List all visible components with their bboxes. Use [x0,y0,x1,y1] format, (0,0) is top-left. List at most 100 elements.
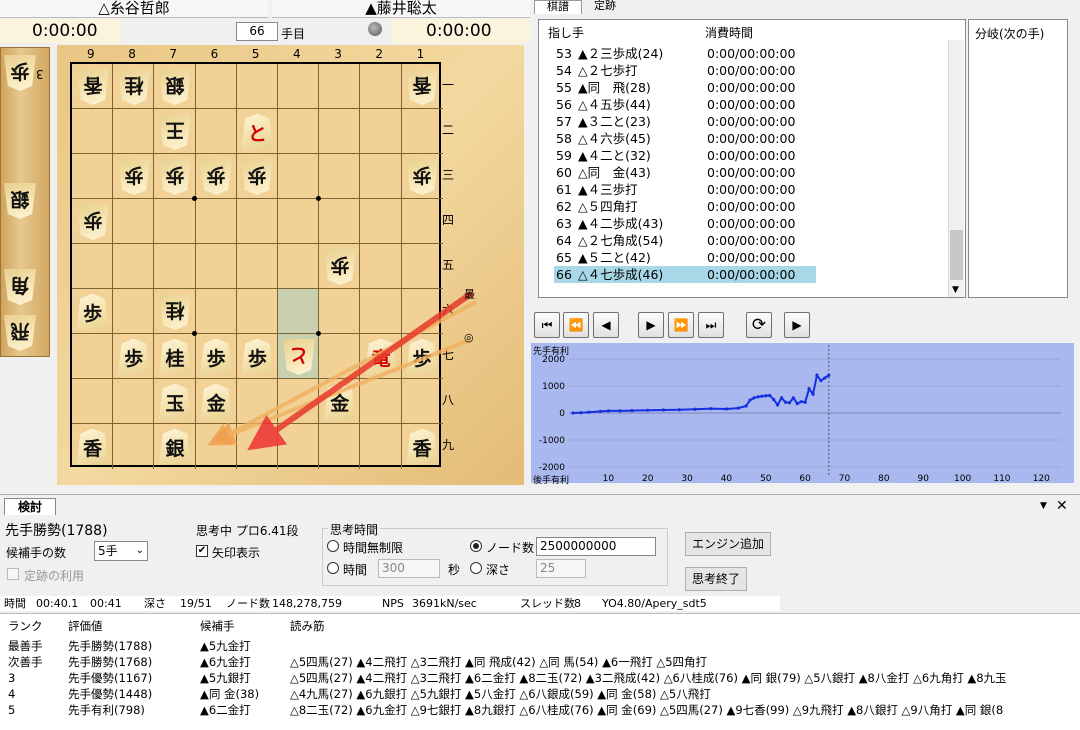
kifu-num: 54 [556,63,572,78]
pv-rank: 最善手 [8,639,43,653]
eval-point [819,379,823,383]
stop-thinking-button[interactable]: 思考終了 [685,567,748,591]
x-tick-label: 80 [878,474,890,483]
kifu-time: 0:00/00:00:00 [707,114,796,129]
tab-joseki[interactable]: 定跡 [584,0,626,14]
pv-eval: 先手優勢(1167) [68,671,153,685]
candidate-arrow [207,300,477,446]
eval-point [756,395,760,399]
slideshow-button[interactable]: ▶ [784,312,810,338]
eval-point [795,401,799,406]
arrow-checkbox[interactable]: ✔ [196,545,208,557]
kifu-row[interactable]: 53 ▲２三歩成(24) 0:00/00:00:00 [554,45,816,62]
pv-header-cell[interactable]: 読み筋 [290,618,325,634]
kifu-num: 62 [556,199,572,214]
kifu-scrollbar[interactable]: ▼ [948,40,964,297]
nodes-input[interactable]: 2500000000 [536,537,656,556]
pv-row[interactable]: 次善手 先手勝勢(1768) ▲6九金打 △5四馬(27) ▲4二飛打 △3二飛打 ▲… [0,654,1080,670]
panel-menu-icon[interactable]: ▼ [1040,501,1047,511]
kifu-time: 0:00/00:00:00 [707,97,796,112]
eval-point [618,409,622,413]
pv-pv: △5四馬(27) ▲4二飛打 △3二飛打 ▲同 飛成(42) △同 馬(54) … [290,655,708,669]
kifu-num: 57 [556,114,572,129]
pv-row[interactable]: 最善手 先手勝勢(1788) ▲5九金打 [0,638,1080,654]
kifu-time: 0:00/00:00:00 [707,63,796,78]
status-nps-label: NPS [382,597,404,610]
flip-board-icon[interactable]: ⟳ [746,312,772,338]
thinking-status: 思考中 プロ6.41段 [196,524,299,538]
back-10-button[interactable]: ⏪ [563,312,589,338]
candidates-select[interactable]: 5手 ⌄ [94,541,148,561]
status-time-label: 時間 [4,597,26,610]
kifu-time: 0:00/00:00:00 [707,267,796,282]
x-tick-label: 60 [799,474,811,483]
kifu-move: ▲同 飛(28) [578,80,651,95]
kifu-row[interactable]: 60 △同 金(43) 0:00/00:00:00 [554,164,816,181]
pv-move: ▲同 金(38) [200,687,260,701]
eval-point [779,396,784,400]
kifu-row[interactable]: 66 △４七歩成(46) 0:00/00:00:00 [554,266,816,283]
branch-title: 分岐(次の手) [975,27,1045,41]
nodes-radio[interactable] [470,540,482,552]
pv-rank: 5 [8,703,16,717]
eval-point [630,408,634,413]
y-tick-label: -2000 [539,463,565,473]
kifu-row[interactable]: 63 ▲４二歩成(43) 0:00/00:00:00 [554,215,816,232]
eval-point [799,400,803,404]
close-icon[interactable]: ✕ [1056,498,1068,514]
pv-row[interactable]: 3 先手優勢(1167) ▲5九銀打 △5四馬(27) ▲4二飛打 △3二飛打 ▲6二… [0,670,1080,686]
kifu-time: 0:00/00:00:00 [707,199,796,214]
kifu-row[interactable]: 57 ▲３二と(23) 0:00/00:00:00 [554,113,816,130]
kifu-row[interactable]: 55 ▲同 飛(28) 0:00/00:00:00 [554,79,816,96]
kifu-num: 59 [556,148,572,163]
y-tick-label: 0 [559,409,565,419]
status-nodes: 148,278,759 [272,597,342,610]
kifu-num: 65 [556,250,572,265]
unlimited-label: 時間無制限 [343,541,404,555]
kifu-row[interactable]: 62 △５四角打 0:00/00:00:00 [554,198,816,215]
kifu-row[interactable]: 56 △４五歩(44) 0:00/00:00:00 [554,96,816,113]
x-tick-label: 90 [918,474,930,483]
pv-header-cell[interactable]: ランク [8,618,43,634]
candidates-value: 5手 [98,544,118,558]
sec-label: 秒 [448,563,461,577]
eval-point [764,394,768,398]
kifu-row[interactable]: 61 ▲４三歩打 0:00/00:00:00 [554,181,816,198]
branch-panel[interactable] [968,19,1068,298]
pv-rank: 4 [8,687,16,701]
time-input[interactable]: 300 [378,559,440,578]
joseki-checkbox[interactable] [7,568,19,580]
pv-table-header: ランク 評価値 候補手 読み筋 [0,618,1080,634]
time-radio[interactable] [327,562,339,574]
last-move-button[interactable]: ⏭ [698,312,724,338]
kifu-row[interactable]: 58 △４六歩(45) 0:00/00:00:00 [554,130,816,147]
x-tick-label: 10 [603,474,615,483]
kifu-row[interactable]: 54 △２七歩打 0:00/00:00:00 [554,62,816,79]
scroll-down-icon[interactable]: ▼ [952,285,959,295]
kifu-move: ▲４三歩打 [578,182,638,197]
kifu-col-move: 指し手 [548,26,585,40]
eval-point [748,398,752,402]
kifu-num: 66 [556,267,572,282]
pv-row[interactable]: 5 先手有利(798) ▲6二金打 △8二玉(72) ▲6九金打 △9七銀打 ▲8九銀… [0,702,1080,718]
forward-10-button[interactable]: ⏩ [668,312,694,338]
depth-input[interactable]: 25 [536,559,586,578]
first-move-button[interactable]: ⏮ [534,312,560,338]
add-engine-button[interactable]: エンジン追加 [685,532,772,556]
eval-point [724,407,729,411]
scroll-thumb[interactable] [950,230,963,280]
back-button[interactable]: ◀ [593,312,619,338]
forward-button[interactable]: ▶ [638,312,664,338]
tab-analysis[interactable]: 検討 [4,498,56,515]
pv-row[interactable]: 4 先手優勢(1448) ▲同 金(38) △4九馬(27) ▲6九銀打 △5九銀打 … [0,686,1080,702]
pv-header-cell[interactable]: 候補手 [200,618,235,634]
kifu-row[interactable]: 64 △２七角成(54) 0:00/00:00:00 [554,232,816,249]
kifu-row[interactable]: 65 ▲５二と(42) 0:00/00:00:00 [554,249,816,266]
status-depth-label: 深さ [144,597,166,610]
depth-radio[interactable] [470,562,482,574]
pv-header-cell[interactable]: 評価値 [68,618,103,634]
eval-point [783,400,788,404]
kifu-row[interactable]: 59 ▲４二と(32) 0:00/00:00:00 [554,147,816,164]
unlimited-radio[interactable] [327,540,339,552]
tab-kifu[interactable]: 棋譜 [534,0,582,14]
